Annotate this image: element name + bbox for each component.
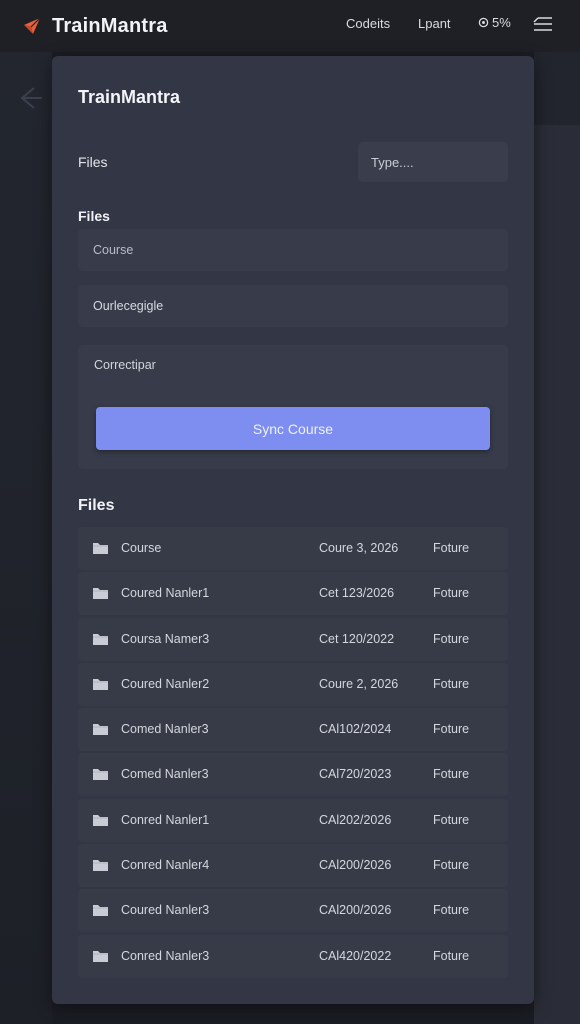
folder-icon [93,633,108,645]
nav-link-lpant[interactable]: Lpant [418,16,451,31]
list-item[interactable]: Conred Nanler4 CAl200/2026 Foture [78,844,508,888]
main-panel: TrainMantra Files Files Correctipar Sync… [52,56,534,1004]
file-date: Coure 3, 2026 [319,541,399,555]
progress-value: 5% [492,15,511,30]
file-date: Cet 120/2022 [319,631,395,646]
panel-title: TrainMantra [78,87,181,107]
file-name: Conred Nanler3 [121,948,210,963]
top-bar: TrainMantra Codeits Lpant 5% [0,0,580,52]
file-date: Coure 2, 2026 [319,676,399,691]
background-left [0,52,52,1024]
file-date: Cet 123/2026 [319,586,395,601]
file-status: Foture [433,586,470,601]
paper-plane-icon [24,17,41,34]
list-item[interactable]: Comed Nanler3 CAl720/2023 Foture [78,753,508,797]
sync-course-button[interactable]: Sync Course [96,407,490,450]
file-status: Foture [433,812,470,827]
list-item[interactable]: Conred Nanler1 CAl202/2026 Foture [78,798,508,842]
sync-label: Correctipar [94,358,156,372]
file-status: Foture [433,948,470,963]
list-item[interactable]: Coured Nanler1 Cet 123/2026 Foture [78,572,508,616]
folder-icon [93,860,108,872]
back-arrow-icon[interactable] [16,84,44,112]
file-status: Foture [433,541,470,555]
folder-icon [93,588,108,600]
file-name: Comed Nanler3 [121,767,209,782]
list-item[interactable]: Coursa Namer3 Cet 120/2022 Foture [78,617,508,661]
list-item[interactable]: Conred Nanler3 CAl420/2022 Foture [78,934,508,978]
file-name: Coured Nanler3 [121,903,210,918]
folder-icon [93,543,108,554]
file-status: Foture [433,858,470,873]
hamburger-menu-icon[interactable] [532,14,554,34]
nav-progress[interactable]: 5% [478,15,511,30]
file-list: Course Coure 3, 2026 Foture Coured Nanle… [78,527,508,980]
file-name: Coured Nanler1 [121,586,210,601]
folder-icon [93,814,108,826]
folder-icon [93,678,108,690]
file-date: CAl200/2026 [319,903,392,918]
course-value-input[interactable] [78,285,508,327]
file-date: CAl420/2022 [319,948,392,963]
folder-icon [93,905,108,917]
file-name: Course [121,541,162,555]
file-name: Comed Nanler3 [121,722,209,737]
app-name: TrainMantra [52,14,168,37]
file-date: CAl720/2023 [319,767,392,782]
file-name: Coursa Namer3 [121,631,210,646]
sync-card: Correctipar Sync Course [78,345,508,469]
file-date: CAl202/2026 [319,812,392,827]
file-name: Conred Nanler4 [121,858,210,873]
nav-link-codeits[interactable]: Codeits [346,16,390,31]
file-name: Conred Nanler1 [121,812,210,827]
background-right-strip [534,125,580,1024]
course-input[interactable] [78,229,508,271]
file-status: Foture [433,767,470,782]
file-status: Foture [433,722,470,737]
files-list-heading: Files [78,497,115,514]
folder-icon [93,724,108,736]
target-icon [478,17,489,28]
file-date: CAl102/2024 [319,722,392,737]
folder-icon [93,769,108,781]
files-label: Files [78,154,108,170]
brand[interactable]: TrainMantra [22,15,168,38]
file-status: Foture [433,676,470,691]
list-item[interactable]: Course Coure 3, 2026 Foture [78,527,508,570]
file-status: Foture [433,631,470,646]
file-name: Coured Nanler2 [121,676,210,691]
folder-icon [93,950,108,962]
file-status: Foture [433,903,470,918]
type-input[interactable] [358,142,508,182]
list-item[interactable]: Coured Nanler2 Coure 2, 2026 Foture [78,662,508,706]
list-item[interactable]: Comed Nanler3 CAl102/2024 Foture [78,708,508,752]
list-item[interactable]: Coured Nanler3 CAl200/2026 Foture [78,889,508,933]
files-section-heading: Files [78,208,110,224]
file-date: CAl200/2026 [319,858,392,873]
